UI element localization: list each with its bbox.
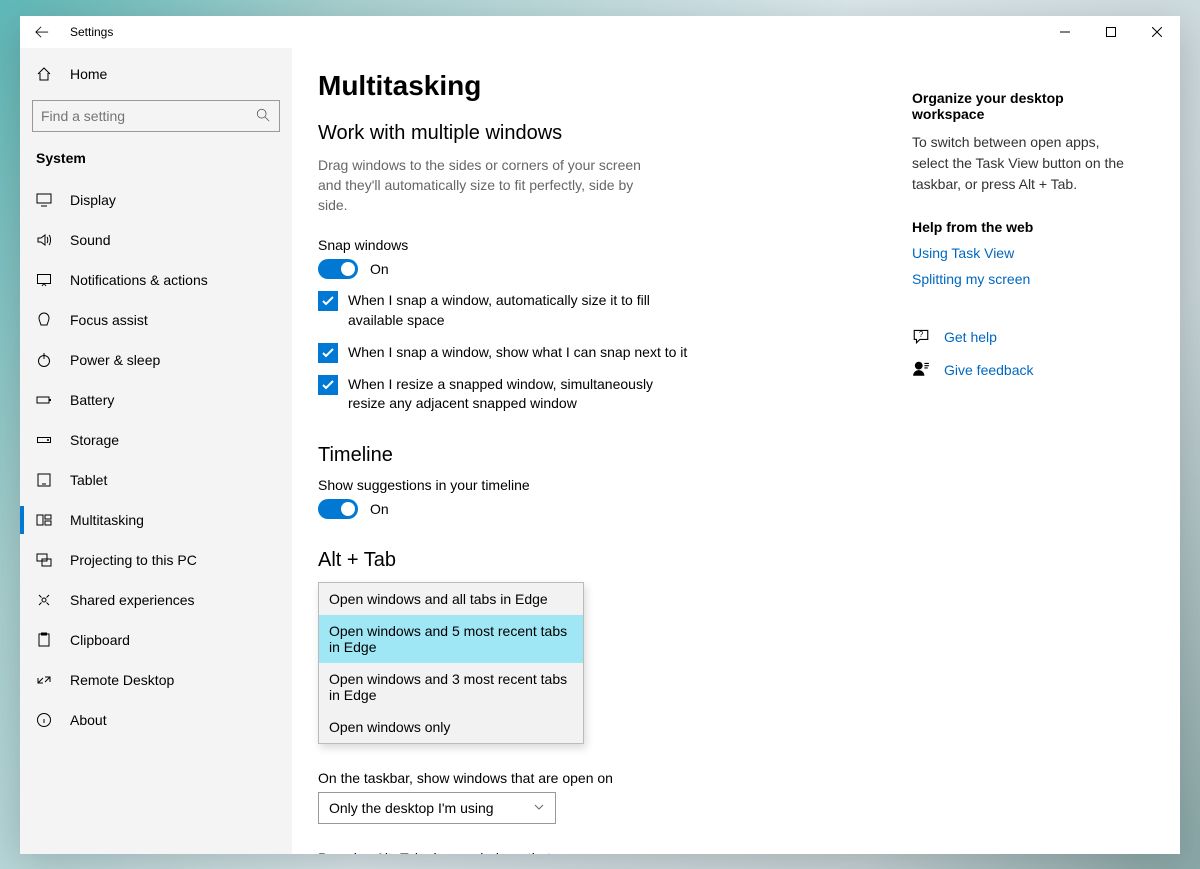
clipboard-icon xyxy=(36,632,52,648)
projecting-icon xyxy=(36,552,52,568)
alttab-heading: Alt + Tab xyxy=(318,549,886,572)
multitasking-icon xyxy=(36,512,52,528)
taskbar-select-value: Only the desktop I'm using xyxy=(329,800,494,816)
sidebar: Home System Display Sound Notifications … xyxy=(20,48,292,854)
nav-clipboard[interactable]: Clipboard xyxy=(20,620,292,660)
minimize-icon xyxy=(1060,27,1070,37)
taskbar-select[interactable]: Only the desktop I'm using xyxy=(318,792,556,824)
snap-toggle[interactable] xyxy=(318,259,358,279)
alttab-option-4[interactable]: Open windows only xyxy=(319,711,583,743)
snap-check-2-label: When I snap a window, show what I can sn… xyxy=(348,343,687,363)
organize-heading: Organize your desktop workspace xyxy=(912,90,1132,122)
window-controls xyxy=(1042,16,1180,48)
aside-panel: Organize your desktop workspace To switc… xyxy=(912,48,1152,854)
maximize-icon xyxy=(1106,27,1116,37)
search-input[interactable] xyxy=(32,100,280,132)
nav-projecting[interactable]: Projecting to this PC xyxy=(20,540,292,580)
timeline-heading: Timeline xyxy=(318,444,886,467)
alttab-dropdown[interactable]: Open windows and all tabs in Edge Open w… xyxy=(318,582,584,744)
check-icon xyxy=(321,294,335,308)
nav-power-sleep[interactable]: Power & sleep xyxy=(20,340,292,380)
help-bubble-icon: ? xyxy=(912,327,930,348)
nav-storage[interactable]: Storage xyxy=(20,420,292,460)
check-icon xyxy=(321,378,335,392)
storage-icon xyxy=(36,432,52,448)
home-nav[interactable]: Home xyxy=(20,54,292,94)
alttab-option-3[interactable]: Open windows and 3 most recent tabs in E… xyxy=(319,663,583,711)
remote-desktop-icon xyxy=(36,672,52,688)
snap-check-1-label: When I snap a window, automatically size… xyxy=(348,291,688,330)
snap-check-3[interactable] xyxy=(318,375,338,395)
window-title: Settings xyxy=(64,25,113,39)
timeline-label: Show suggestions in your timeline xyxy=(318,477,886,493)
get-help-link[interactable]: Get help xyxy=(944,329,997,345)
search-icon xyxy=(256,108,270,125)
snap-check-2[interactable] xyxy=(318,343,338,363)
back-button[interactable] xyxy=(20,16,64,48)
home-icon xyxy=(36,66,52,82)
chevron-down-icon xyxy=(533,800,545,816)
work-heading: Work with multiple windows xyxy=(318,122,886,145)
nav-notifications[interactable]: Notifications & actions xyxy=(20,260,292,300)
notifications-icon xyxy=(36,272,52,288)
nav-tablet[interactable]: Tablet xyxy=(20,460,292,500)
home-label: Home xyxy=(70,66,107,82)
maximize-button[interactable] xyxy=(1088,16,1134,48)
feedback-icon xyxy=(912,360,930,381)
nav-sound[interactable]: Sound xyxy=(20,220,292,260)
timeline-state: On xyxy=(370,501,389,517)
alttab-option-2[interactable]: Open windows and 5 most recent tabs in E… xyxy=(319,615,583,663)
close-button[interactable] xyxy=(1134,16,1180,48)
snap-check-3-label: When I resize a snapped window, simultan… xyxy=(348,375,688,414)
nav-display[interactable]: Display xyxy=(20,180,292,220)
nav-about[interactable]: About xyxy=(20,700,292,740)
minimize-button[interactable] xyxy=(1042,16,1088,48)
nav-focus-assist[interactable]: Focus assist xyxy=(20,300,292,340)
nav-multitasking[interactable]: Multitasking xyxy=(20,500,292,540)
taskbar-label: On the taskbar, show windows that are op… xyxy=(318,770,886,786)
alttab-option-1[interactable]: Open windows and all tabs in Edge xyxy=(319,583,583,615)
sound-icon xyxy=(36,232,52,248)
arrow-left-icon xyxy=(35,25,49,39)
organize-text: To switch between open apps, select the … xyxy=(912,132,1132,195)
help-link-1[interactable]: Using Task View xyxy=(912,245,1132,261)
about-icon xyxy=(36,712,52,728)
help-heading: Help from the web xyxy=(912,219,1132,235)
focus-assist-icon xyxy=(36,312,52,328)
help-link-2[interactable]: Splitting my screen xyxy=(912,271,1132,287)
page-title: Multitasking xyxy=(318,70,886,102)
shared-icon xyxy=(36,592,52,608)
section-label: System xyxy=(20,142,292,176)
main-content: Multitasking Work with multiple windows … xyxy=(292,48,912,854)
check-icon xyxy=(321,346,335,360)
close-icon xyxy=(1152,27,1162,37)
timeline-toggle[interactable] xyxy=(318,499,358,519)
titlebar: Settings xyxy=(20,16,1180,48)
alttab2-label: Pressing Alt+Tab shows windows that are … xyxy=(318,850,886,854)
give-feedback-link[interactable]: Give feedback xyxy=(944,362,1034,378)
snap-label: Snap windows xyxy=(318,237,886,253)
nav-shared-experiences[interactable]: Shared experiences xyxy=(20,580,292,620)
svg-text:?: ? xyxy=(919,330,924,339)
display-icon xyxy=(36,192,52,208)
tablet-icon xyxy=(36,472,52,488)
nav-remote-desktop[interactable]: Remote Desktop xyxy=(20,660,292,700)
snap-state: On xyxy=(370,261,389,277)
settings-window: Settings Home System Display Sound Notif… xyxy=(20,16,1180,854)
power-icon xyxy=(36,352,52,368)
battery-icon xyxy=(36,392,52,408)
snap-check-1[interactable] xyxy=(318,291,338,311)
nav-battery[interactable]: Battery xyxy=(20,380,292,420)
work-description: Drag windows to the sides or corners of … xyxy=(318,155,658,216)
